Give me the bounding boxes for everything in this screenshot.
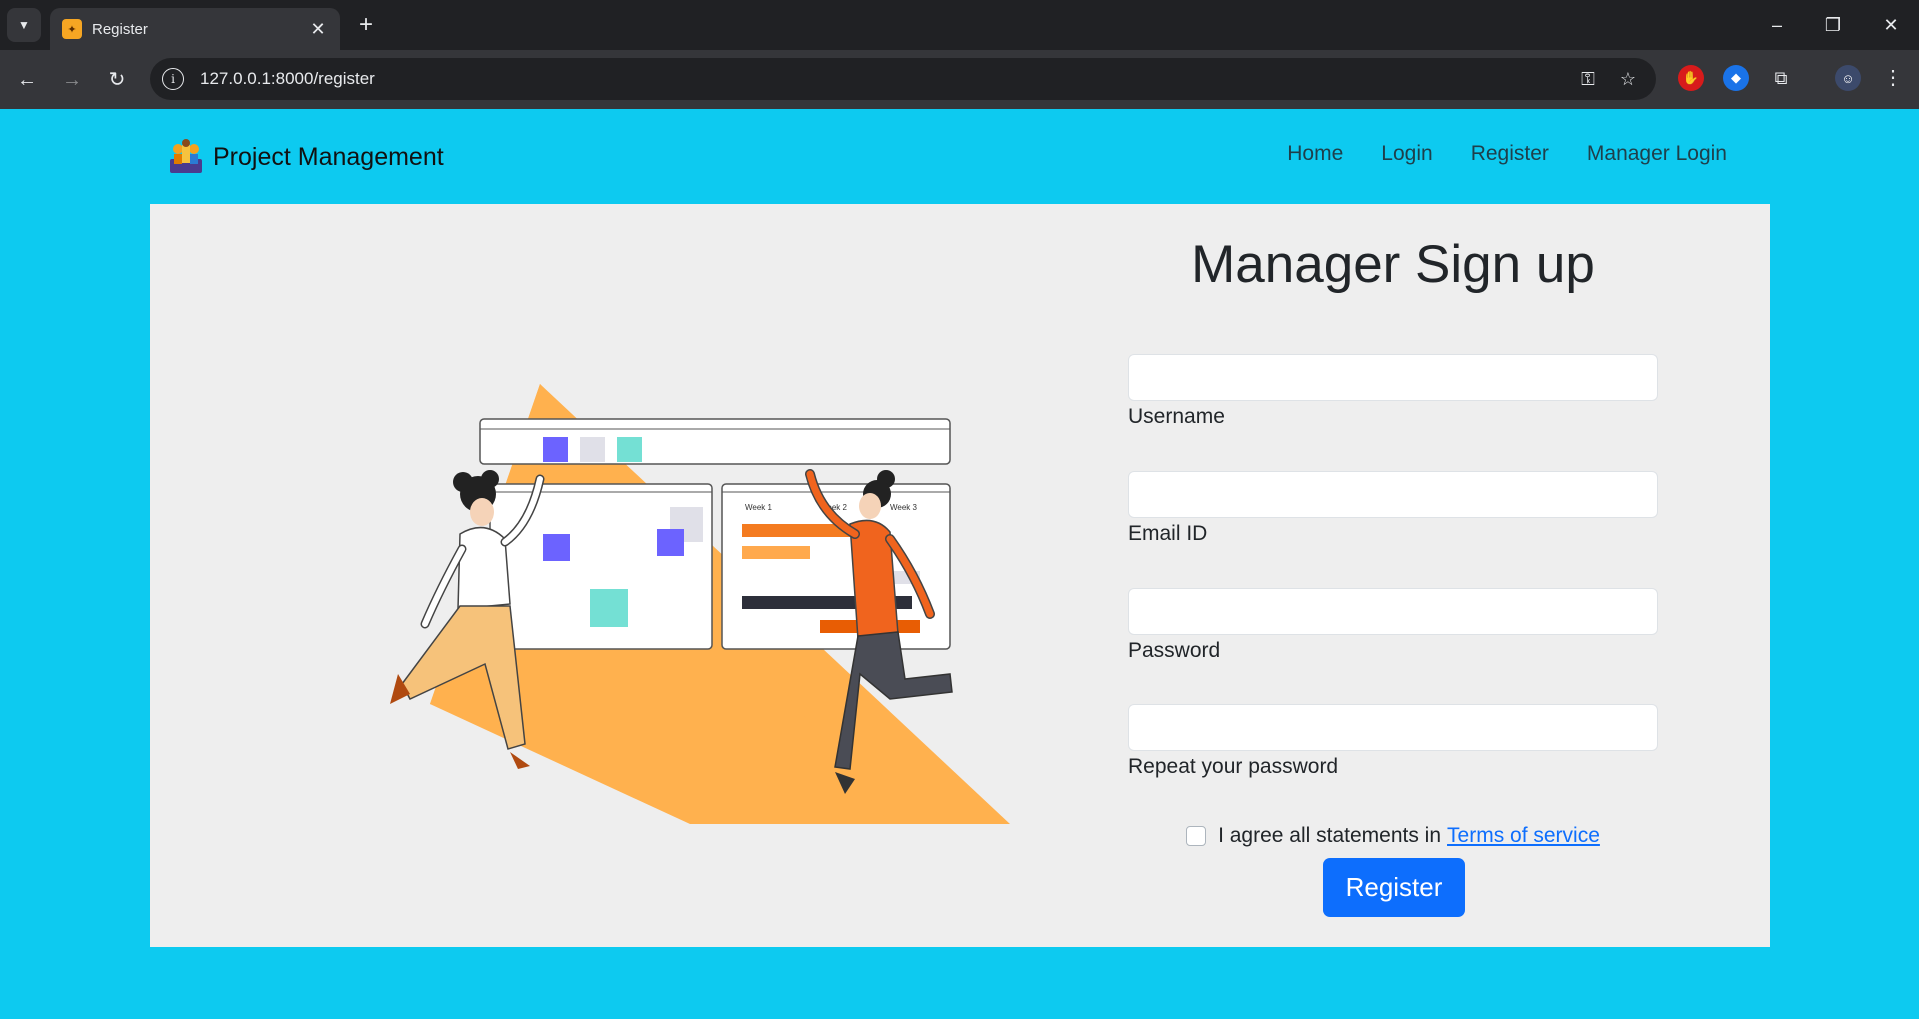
browser-tab-bar: ▼ ✦ Register ✕ + – ❐ ✕: [0, 0, 1919, 50]
tab-list-icon[interactable]: ▼: [7, 8, 41, 42]
brand[interactable]: Project Management: [166, 137, 444, 177]
register-button[interactable]: Register: [1323, 858, 1465, 917]
password-field-group: Password: [1128, 588, 1658, 663]
minimize-icon[interactable]: –: [1762, 12, 1792, 38]
week-label: Week 3: [890, 503, 918, 512]
username-input[interactable]: [1128, 354, 1658, 401]
info-icon[interactable]: i: [162, 68, 184, 90]
username-field-group: Username: [1128, 354, 1658, 429]
terms-row: I agree all statements in Terms of servi…: [1128, 824, 1658, 848]
address-bar[interactable]: i 127.0.0.1:8000/register ⚿ ☆: [150, 58, 1656, 100]
close-window-icon[interactable]: ✕: [1876, 12, 1906, 38]
terms-checkbox[interactable]: [1186, 826, 1207, 846]
signup-card: Week 1 Week 2 Week 3 Manager Sign up Use…: [150, 204, 1770, 947]
browser-tab[interactable]: ✦ Register ✕: [50, 8, 340, 50]
nav-link-login[interactable]: Login: [1381, 142, 1432, 166]
menu-icon[interactable]: ⋮: [1878, 63, 1908, 93]
browser-toolbar: ← → ↻ i 127.0.0.1:8000/register ⚿ ☆ ✋ ◆ …: [0, 50, 1919, 109]
repeat-password-field-group: Repeat your password: [1128, 704, 1658, 779]
extensions-icon[interactable]: ⧉: [1768, 65, 1794, 91]
tab-title: Register: [92, 20, 148, 38]
brand-name: Project Management: [213, 142, 444, 171]
close-icon[interactable]: ✕: [308, 19, 328, 40]
profile-avatar[interactable]: ☺: [1835, 65, 1861, 91]
key-icon[interactable]: ⚿: [1575, 67, 1601, 91]
teamwork-illustration: Week 1 Week 2 Week 3: [390, 384, 1010, 824]
week-label: Week 1: [745, 503, 773, 512]
terms-text: I agree all statements in: [1218, 824, 1442, 847]
forward-icon[interactable]: →: [57, 65, 87, 95]
repeat-password-label: Repeat your password: [1128, 755, 1339, 778]
brand-logo-icon: [170, 139, 202, 173]
password-label: Password: [1128, 639, 1221, 662]
username-label: Username: [1128, 405, 1225, 428]
nav-link-home[interactable]: Home: [1287, 142, 1343, 166]
adblock-extension-icon[interactable]: ✋: [1678, 65, 1704, 91]
site-navbar: Project Management Home Login Register M…: [0, 109, 1919, 204]
repeat-password-input[interactable]: [1128, 704, 1658, 751]
reload-icon[interactable]: ↻: [102, 65, 132, 95]
favicon-icon: ✦: [62, 19, 82, 39]
email-field-group: Email ID: [1128, 471, 1658, 546]
star-icon[interactable]: ☆: [1615, 67, 1641, 91]
email-input[interactable]: [1128, 471, 1658, 518]
nav-links: Home Login Register Manager Login: [1287, 142, 1727, 166]
restore-icon[interactable]: ❐: [1818, 12, 1848, 38]
email-label: Email ID: [1128, 522, 1208, 545]
nav-link-manager-login[interactable]: Manager Login: [1587, 142, 1727, 166]
nav-link-register[interactable]: Register: [1471, 142, 1549, 166]
url-text: 127.0.0.1:8000/register: [200, 69, 375, 88]
back-icon[interactable]: ←: [12, 65, 42, 95]
plus-icon[interactable]: +: [352, 11, 380, 39]
terms-of-service-link[interactable]: Terms of service: [1447, 824, 1600, 848]
form-title: Manager Sign up: [1191, 235, 1595, 294]
password-input[interactable]: [1128, 588, 1658, 635]
extension-icon[interactable]: ◆: [1723, 65, 1749, 91]
